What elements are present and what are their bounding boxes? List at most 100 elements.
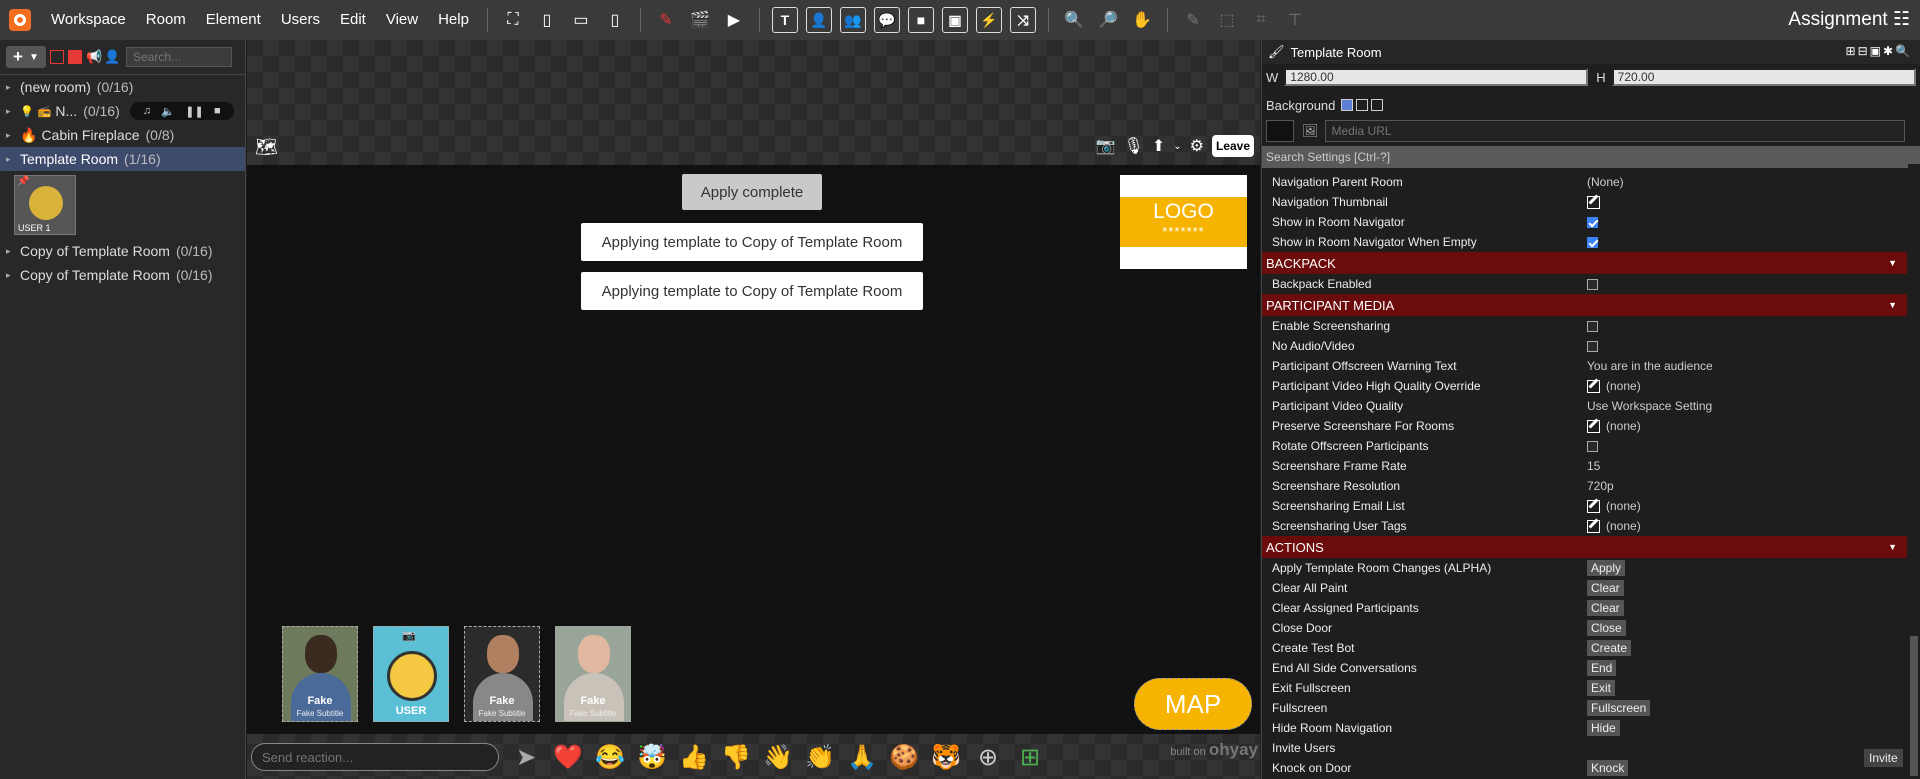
app-logo-icon[interactable] (9, 9, 31, 31)
room-item-selected[interactable]: ▸ Template Room (1/16) (0, 147, 245, 171)
lightning-element-icon[interactable]: ⚡ (975, 7, 1002, 33)
select-frame-icon[interactable]: ⛶ (501, 8, 525, 32)
camera-off-icon[interactable]: 📷 (1096, 136, 1116, 156)
hand-icon[interactable]: ✋ (1130, 8, 1154, 32)
edit-icon[interactable] (1587, 379, 1600, 393)
frame-rate-field[interactable]: 15 (1587, 459, 1600, 473)
hide-navigation-button[interactable]: Hide (1587, 720, 1620, 736)
map-icon[interactable]: 🗺 (255, 137, 278, 158)
participant-tile[interactable]: Fake Fake Subtitle (464, 626, 540, 722)
tiger-icon[interactable]: 🐯 (931, 742, 961, 772)
person-element-icon[interactable]: 👤 (805, 7, 832, 33)
layout-bottom-icon[interactable]: ▭ (569, 8, 593, 32)
pray-icon[interactable]: 🙏 (847, 742, 877, 772)
caret-icon[interactable]: ▸ (6, 130, 20, 141)
edit-icon[interactable] (1587, 419, 1600, 433)
paint-roller-icon[interactable]: ⊤ (1283, 8, 1307, 32)
participant-tile[interactable]: 📷 USER (373, 626, 449, 722)
chevron-down-icon[interactable]: ⌄ (1173, 141, 1181, 152)
menu-element[interactable]: Element (196, 0, 271, 40)
no-audio-video-checkbox[interactable] (1587, 340, 1598, 352)
width-field[interactable] (1284, 68, 1589, 86)
caret-icon[interactable]: ▸ (6, 154, 20, 165)
gift-icon[interactable]: ⊞ (1015, 742, 1045, 772)
add-reaction-icon[interactable]: ⊕ (973, 742, 1003, 772)
shuffle-element-icon[interactable]: ⤨ (1009, 7, 1036, 33)
music-icon[interactable]: ♫ (143, 105, 151, 117)
layout-right-icon[interactable]: ▯ (603, 8, 627, 32)
end-conversations-button[interactable]: End (1587, 660, 1617, 676)
image-element-icon[interactable]: ▣ (941, 7, 968, 33)
show-when-empty-checkbox[interactable] (1587, 236, 1598, 248)
clear-paint-button[interactable]: Clear (1587, 580, 1624, 596)
menu-room[interactable]: Room (136, 0, 196, 40)
assignment-menu[interactable]: Assignment ☷ (1788, 0, 1910, 40)
room-item[interactable]: ▸ (new room) (0/16) (0, 75, 245, 99)
crop-icon[interactable]: ⌗ (1249, 8, 1273, 32)
show-in-navigator-checkbox[interactable] (1587, 216, 1598, 228)
caret-icon[interactable]: ▸ (6, 106, 20, 117)
thumbs-up-icon[interactable]: 👍 (679, 742, 709, 772)
layout-left-icon[interactable]: ▯ (535, 8, 559, 32)
menu-help[interactable]: Help (428, 0, 479, 40)
bg-color-option[interactable] (1341, 99, 1354, 111)
scrollbar-thumb[interactable] (1910, 636, 1918, 776)
bg-image-option[interactable] (1356, 99, 1369, 111)
pen-icon[interactable]: ✎ (1181, 8, 1205, 32)
shock-icon[interactable]: 🤯 (637, 742, 667, 772)
room-item[interactable]: ▸ Copy of Template Room (0/16) (0, 263, 245, 287)
height-field[interactable] (1611, 68, 1916, 86)
room-item[interactable]: ▸ 💡 📻 N... (0/16) ♫ 🔈 ❚❚ ■ (0, 99, 245, 123)
group-element-icon[interactable]: 👥 (839, 7, 866, 33)
invite-users-button[interactable]: Invite (1864, 749, 1903, 767)
user-alert-icon[interactable] (50, 50, 64, 64)
save-icon[interactable]: ▣ (1870, 44, 1883, 58)
rotate-offscreen-checkbox[interactable] (1587, 440, 1598, 452)
laugh-icon[interactable]: 😂 (595, 742, 625, 772)
navigation-parent-select[interactable]: (None) (1587, 175, 1624, 189)
clear-participants-button[interactable]: Clear (1587, 600, 1624, 616)
resolution-select[interactable]: 720p (1587, 479, 1614, 493)
chat-element-icon[interactable]: 💬 (873, 7, 900, 33)
room-item[interactable]: ▸ Copy of Template Room (0/16) (0, 239, 245, 263)
thumbs-down-icon[interactable]: 👎 (721, 742, 751, 772)
megaphone-icon[interactable]: 📢 (86, 50, 102, 64)
zoom-out-icon[interactable]: 🔍 (1062, 8, 1086, 32)
caret-icon[interactable]: ▸ (6, 270, 20, 281)
caret-icon[interactable]: ▸ (6, 246, 20, 257)
user-avatar-tile[interactable]: 📌 USER 1 (14, 175, 76, 235)
transform-icon[interactable]: ⬚ (1215, 8, 1239, 32)
logo-element[interactable]: LOGO ******* (1120, 175, 1247, 269)
background-color-swatch[interactable] (1266, 120, 1294, 142)
wave-icon[interactable]: 👋 (763, 742, 793, 772)
settings-scrollbar[interactable] (1908, 164, 1920, 779)
mic-off-icon[interactable]: 🎙 (1124, 136, 1144, 156)
section-participant-media[interactable]: PARTICIPANT MEDIA ▼ (1262, 294, 1907, 316)
asterisk-icon[interactable]: ✱ (1883, 44, 1895, 58)
fullscreen-button[interactable]: Fullscreen (1587, 700, 1651, 716)
clap-icon[interactable]: 👏 (805, 742, 835, 772)
apply-button[interactable]: Apply (1587, 560, 1626, 576)
menu-view[interactable]: View (376, 0, 428, 40)
collapse-icon[interactable]: ⊟ (1858, 44, 1870, 58)
send-icon[interactable]: ➤ (511, 742, 541, 772)
room-item[interactable]: ▸ 🔥 Cabin Fireplace (0/8) (0, 123, 245, 147)
room-search-input[interactable] (126, 47, 232, 67)
zoom-in-icon[interactable]: 🔎 (1096, 8, 1120, 32)
video-quality-select[interactable]: Use Workspace Setting (1587, 399, 1712, 413)
knock-button[interactable]: Knock (1587, 760, 1629, 776)
media-url-input[interactable] (1324, 120, 1905, 142)
offscreen-warning-field[interactable]: You are in the audience (1587, 359, 1713, 373)
text-element-icon[interactable]: T (771, 7, 798, 33)
share-screen-icon[interactable]: ⬆ (1152, 136, 1165, 156)
heart-icon[interactable]: ❤️ (553, 742, 583, 772)
map-button[interactable]: MAP (1134, 678, 1252, 730)
create-bot-button[interactable]: Create (1587, 640, 1632, 656)
add-room-button[interactable]: + ▼ (6, 46, 46, 68)
section-backpack[interactable]: BACKPACK ▼ (1262, 252, 1907, 274)
enable-screensharing-checkbox[interactable] (1587, 320, 1598, 332)
backpack-enabled-checkbox[interactable] (1587, 278, 1598, 290)
menu-users[interactable]: Users (271, 0, 330, 40)
cookie-icon[interactable]: 🍪 (889, 742, 919, 772)
play-icon[interactable]: ▶ (722, 8, 746, 32)
